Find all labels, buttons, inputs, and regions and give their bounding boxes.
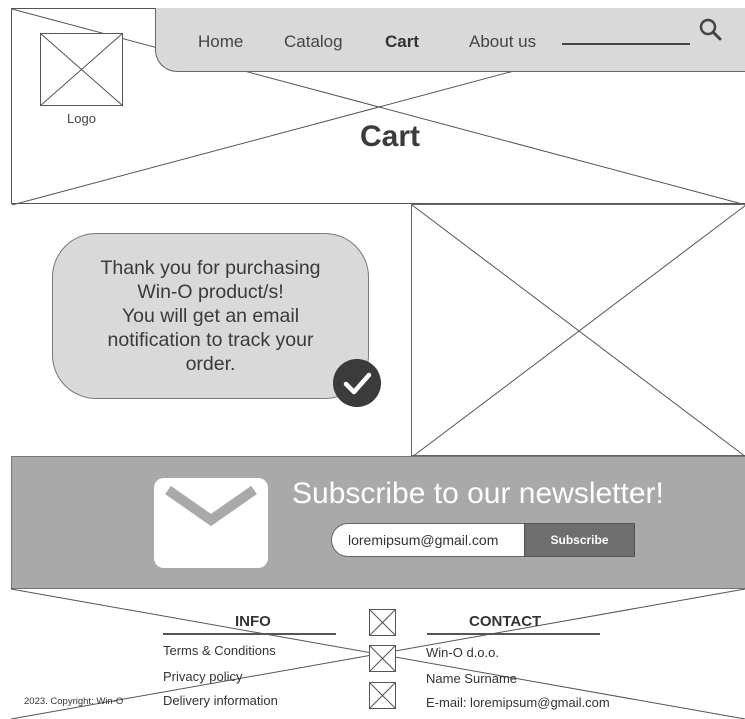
social-icon-2[interactable] [369, 645, 396, 672]
search-icon[interactable] [699, 18, 723, 42]
contact-company: Win-O d.o.o. [426, 645, 499, 660]
social-icon-1[interactable] [369, 609, 396, 636]
newsletter-email-input[interactable] [331, 523, 525, 557]
contact-name: Name Surname [426, 671, 518, 686]
nav-catalog-link[interactable]: Catalog [284, 32, 343, 52]
check-icon [333, 359, 381, 407]
confirmation-message: Thank you for purchasing Win-O product/s… [52, 233, 369, 399]
nav-cart-link[interactable]: Cart [385, 32, 419, 52]
product-image-placeholder [411, 204, 745, 458]
contact-divider [427, 633, 600, 635]
subscribe-button[interactable]: Subscribe [524, 523, 635, 557]
image-placeholder-cross [411, 204, 745, 458]
logo-image[interactable] [39, 32, 124, 107]
search-input[interactable] [562, 43, 690, 45]
footer-contact-title: CONTACT [469, 613, 542, 630]
footer-info-title: INFO [235, 613, 271, 630]
contact-email[interactable]: E-mail: loremipsum@gmail.com [426, 695, 610, 710]
footer-delivery-link[interactable]: Delivery information [163, 693, 278, 708]
nav-about-link[interactable]: About us [469, 32, 536, 52]
social-icon-3[interactable] [369, 682, 396, 709]
info-divider [163, 633, 336, 635]
top-navigation: Home Catalog Cart About us [155, 8, 745, 72]
newsletter-title: Subscribe to our newsletter! [292, 477, 664, 510]
page-title: Cart [359, 120, 420, 153]
copyright-text: 2023. Copyright: Win-O [24, 696, 124, 707]
footer-privacy-link[interactable]: Privacy policy [163, 669, 242, 684]
footer-terms-link[interactable]: Terms & Conditions [163, 643, 276, 658]
envelope-icon [154, 478, 268, 568]
confirmation-text: Thank you for purchasing Win-O product/s… [100, 257, 321, 375]
nav-home-link[interactable]: Home [198, 32, 243, 52]
